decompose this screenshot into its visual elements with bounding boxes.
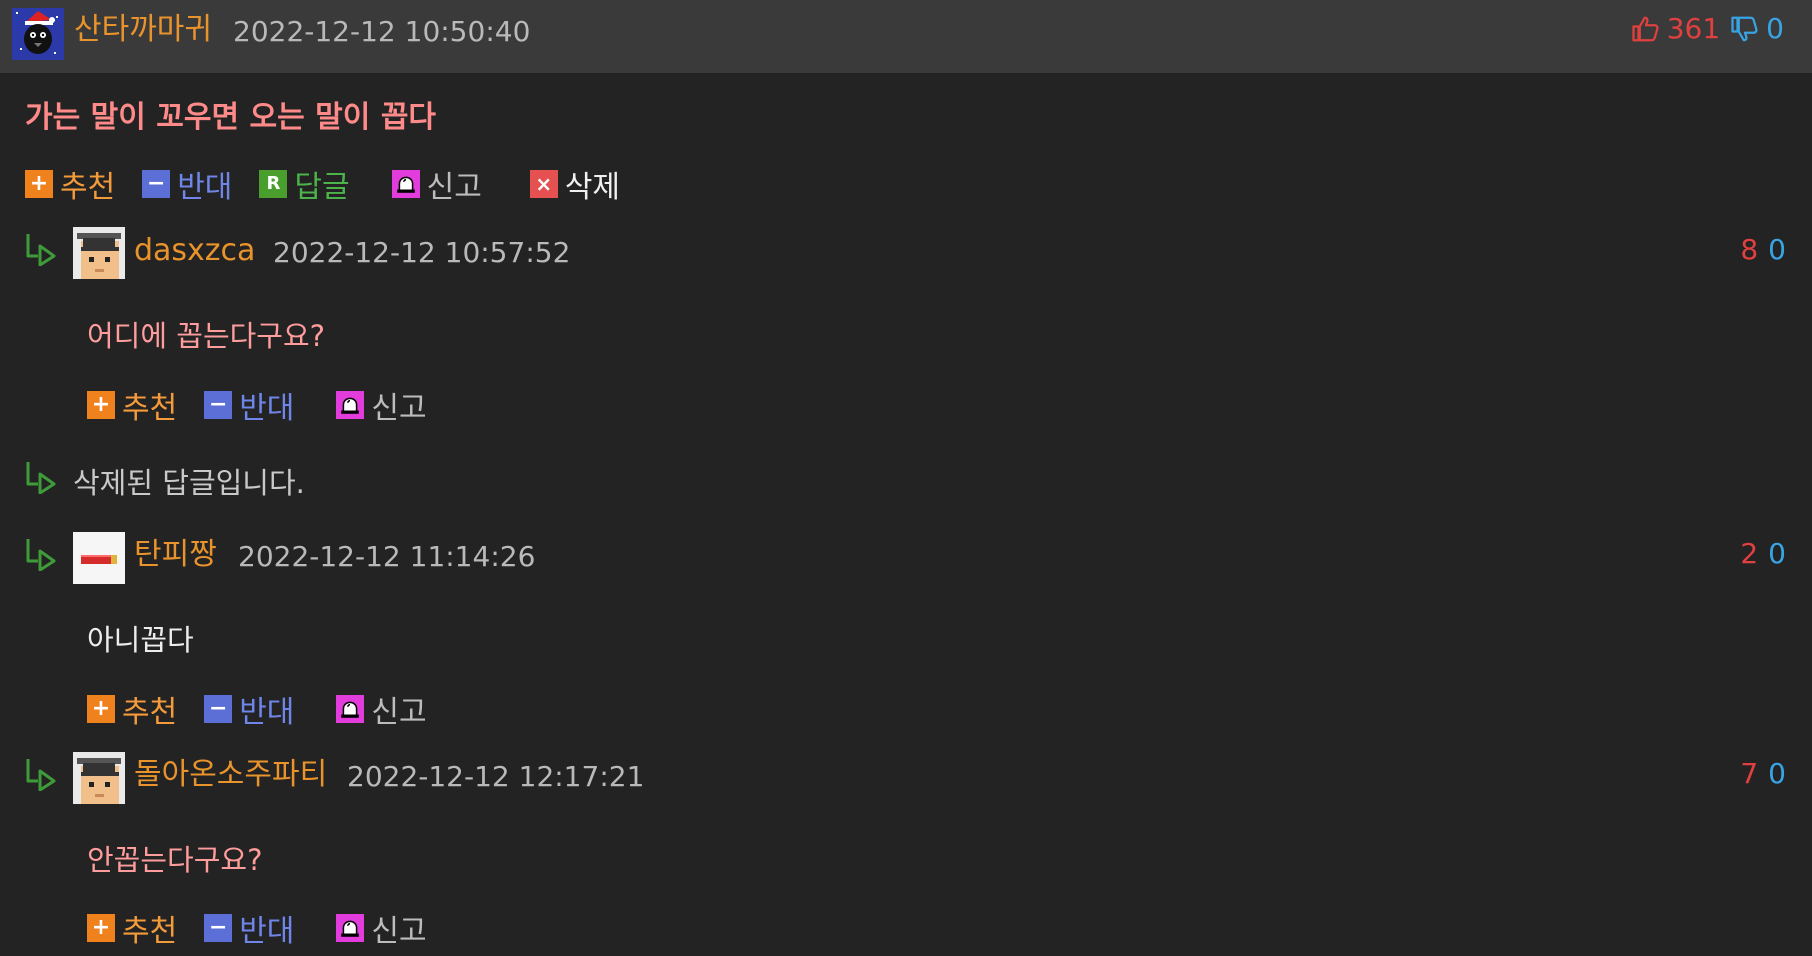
post-dislike-count: 0 <box>1766 12 1784 45</box>
plus-icon: + <box>87 391 115 419</box>
comment-like-count: 2 <box>1740 537 1759 570</box>
plus-icon: + <box>87 914 115 942</box>
reply-arrow-icon <box>24 537 60 571</box>
recommend-button[interactable]: + 추천 <box>25 162 115 206</box>
reply-arrow-icon <box>24 232 60 266</box>
recommend-label: 추천 <box>122 391 178 426</box>
report-button[interactable]: 신고 <box>336 383 427 427</box>
recommend-button[interactable]: + 추천 <box>87 906 177 950</box>
reply-label: 답글 <box>294 170 350 205</box>
minus-icon: − <box>204 695 233 723</box>
comment-actions: + 추천 − 반대 신고 <box>87 906 427 950</box>
comment-vote-counts: 8 0 <box>1740 233 1786 266</box>
oppose-button[interactable]: − 반대 <box>142 162 232 206</box>
oppose-label: 반대 <box>239 391 295 426</box>
plus-icon: + <box>87 695 115 723</box>
post-author-name[interactable]: 산타까마귀 <box>74 15 212 45</box>
comment-dislike-count: 0 <box>1768 757 1786 790</box>
comment-vote-counts: 2 0 <box>1740 537 1786 570</box>
oppose-label: 반대 <box>239 695 295 730</box>
reply-arrow-icon <box>24 460 60 494</box>
oppose-label: 반대 <box>239 914 295 949</box>
thumbs-down-icon <box>1731 16 1758 41</box>
report-button[interactable]: 신고 <box>336 687 427 731</box>
post-vote-counts: 361 0 <box>1631 12 1784 45</box>
thumbs-up-icon <box>1632 16 1659 41</box>
report-label: 신고 <box>371 391 427 426</box>
reply-button[interactable]: R 답글 <box>259 162 350 206</box>
post-actions: + 추천 − 반대 R 답글 신고 × 삭제 <box>25 162 620 206</box>
comment-dislike-count: 0 <box>1768 537 1786 570</box>
comment-author-name[interactable]: 탄피짱 <box>134 540 217 570</box>
comment-vote-counts: 7 0 <box>1740 757 1786 790</box>
delete-icon: × <box>529 170 558 198</box>
comment-author-avatar[interactable] <box>73 532 125 584</box>
comment-author-avatar[interactable] <box>73 227 125 279</box>
comment-like-count: 7 <box>1740 757 1759 790</box>
minus-icon: − <box>142 170 171 198</box>
recommend-button[interactable]: + 추천 <box>87 687 177 731</box>
post-header: 산타까마귀 2022-12-12 10:50:40 361 0 <box>0 0 1812 73</box>
post-author-avatar[interactable] <box>12 8 64 60</box>
graduate-avatar-icon <box>73 752 125 804</box>
recommend-label: 추천 <box>122 914 178 949</box>
graduate-avatar-icon <box>73 227 125 279</box>
comment-timestamp: 2022-12-12 10:57:52 <box>273 236 571 269</box>
minus-icon: − <box>204 391 233 419</box>
report-button[interactable]: 신고 <box>336 906 427 950</box>
comment-author-avatar[interactable] <box>73 752 125 804</box>
report-button[interactable]: 신고 <box>391 162 482 206</box>
reply-icon: R <box>259 170 288 198</box>
deleted-comment-text: 삭제된 답글입니다. <box>73 466 305 500</box>
comment-author-name[interactable]: dasxzca <box>134 236 255 266</box>
siren-icon <box>336 914 365 942</box>
comment-like-count: 8 <box>1740 233 1759 266</box>
recommend-label: 추천 <box>60 170 116 205</box>
reply-arrow-icon <box>24 757 60 791</box>
comment-text: 아니꼽다 <box>87 623 194 657</box>
post-timestamp: 2022-12-12 10:50:40 <box>233 15 531 48</box>
oppose-button[interactable]: − 반대 <box>204 687 294 731</box>
siren-icon <box>336 391 365 419</box>
shell-casing-avatar-icon <box>73 532 125 584</box>
siren-icon <box>391 170 420 198</box>
oppose-button[interactable]: − 반대 <box>204 906 294 950</box>
comment-text: 어디에 꼽는다구요? <box>87 319 326 353</box>
comment-actions: + 추천 − 반대 신고 <box>87 383 427 427</box>
recommend-button[interactable]: + 추천 <box>87 383 177 427</box>
post-like-count: 361 <box>1666 12 1721 45</box>
siren-icon <box>336 695 365 723</box>
santa-crow-avatar-icon <box>12 8 64 60</box>
oppose-button[interactable]: − 반대 <box>204 383 294 427</box>
comment-actions: + 추천 − 반대 신고 <box>87 687 427 731</box>
minus-icon: − <box>204 914 233 942</box>
comment-author-name[interactable]: 돌아온소주파티 <box>134 760 327 790</box>
plus-icon: + <box>25 170 53 198</box>
comment-text: 안꼽는다구요? <box>87 843 263 877</box>
comment-thread: 산타까마귀 2022-12-12 10:50:40 361 0 가는 말이 꼬우… <box>0 0 1812 956</box>
recommend-label: 추천 <box>122 695 178 730</box>
comment-timestamp: 2022-12-12 11:14:26 <box>238 540 536 573</box>
comment-timestamp: 2022-12-12 12:17:21 <box>347 760 645 793</box>
delete-label: 삭제 <box>564 170 621 205</box>
post-title: 가는 말이 꼬우면 오는 말이 꼽다 <box>25 100 437 135</box>
report-label: 신고 <box>426 170 482 205</box>
report-label: 신고 <box>371 695 427 730</box>
report-label: 신고 <box>371 914 427 949</box>
oppose-label: 반대 <box>177 170 233 205</box>
comment-dislike-count: 0 <box>1768 233 1786 266</box>
delete-button[interactable]: × 삭제 <box>529 162 621 206</box>
